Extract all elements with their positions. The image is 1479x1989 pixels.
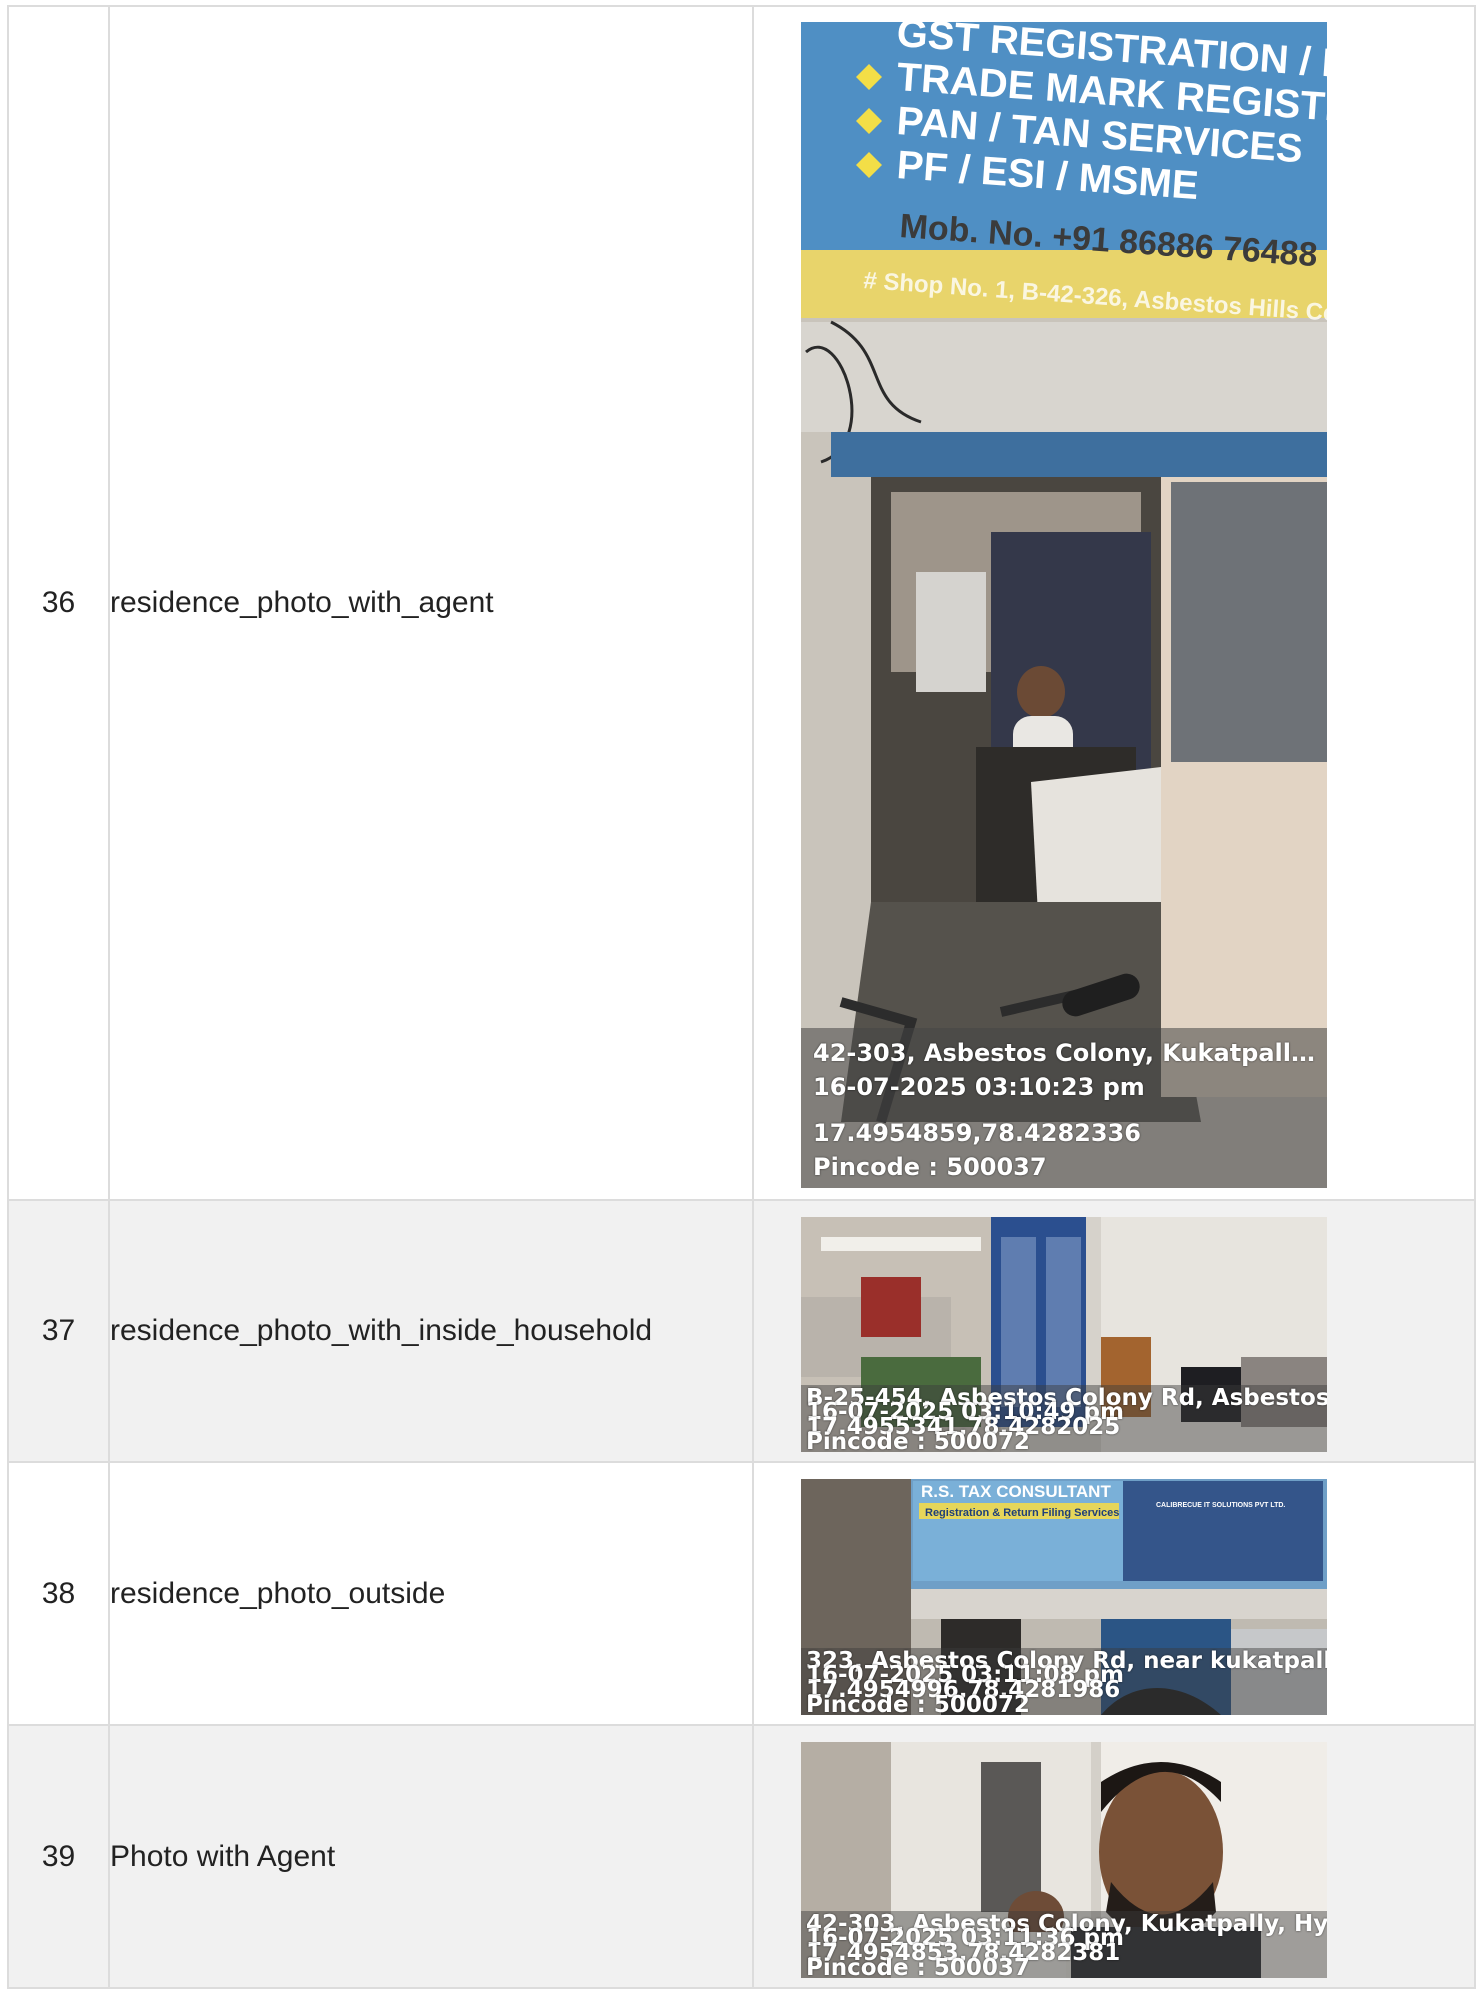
table-row: 37 residence_photo_with_inside_household <box>7 1199 1476 1463</box>
row-label: residence_photo_with_agent <box>108 5 754 1201</box>
sign-title: R.S. TAX CONSULTANT <box>921 1482 1111 1501</box>
geo-stamp: 42-303, Asbestos Colony, Kukatpally, Hyd… <box>801 1028 1327 1188</box>
stamp-datetime: 16-07-2025 03:10:23 pm <box>813 1073 1145 1101</box>
row-label: residence_photo_with_inside_household <box>108 1199 754 1463</box>
row-label: residence_photo_outside <box>108 1461 754 1726</box>
row-label: Photo with Agent <box>108 1724 754 1989</box>
residence-photo-inside-household[interactable]: B-25-454, Asbestos Colony Rd, Asbestos H… <box>801 1217 1327 1452</box>
row-number: 39 <box>7 1724 110 1989</box>
geo-stamp: B-25-454, Asbestos Colony Rd, Asbestos H… <box>801 1385 1327 1452</box>
sign-right-title: CALIBRECUE IT SOLUTIONS PVT LTD. <box>1156 1502 1285 1509</box>
table-row: 38 residence_photo_outside R.S. TAX CONS… <box>7 1461 1476 1726</box>
geo-stamp: 42-303, Asbestos Colony, Kukatpally, Hyd… <box>801 1911 1327 1978</box>
table-row: 39 Photo with Agent 42-303, Asbestos Col… <box>7 1724 1476 1989</box>
stamp-address: 42-303, Asbestos Colony, Kukatpally, Hyd… <box>813 1039 1327 1067</box>
row-number: 36 <box>7 5 110 1201</box>
table-row: 36 residence_photo_with_agent GST REGIST… <box>7 5 1476 1201</box>
row-number: 37 <box>7 1199 110 1463</box>
residence-photo-outside[interactable]: R.S. TAX CONSULTANT Registration & Retur… <box>801 1479 1327 1715</box>
photo-image: GST REGISTRATION / RETU TRADE MARK REGIS… <box>801 22 1327 1188</box>
residence-photo-with-agent[interactable]: GST REGISTRATION / RETU TRADE MARK REGIS… <box>801 22 1327 1188</box>
photo-table: 36 residence_photo_with_agent GST REGIST… <box>7 5 1476 1989</box>
sign-subtitle: Registration & Return Filing Services <box>925 1507 1119 1519</box>
stamp-pincode: Pincode : 500037 <box>813 1153 1047 1181</box>
geo-stamp: 323, Asbestos Colony Rd, near kukatpally… <box>801 1648 1327 1715</box>
photo-with-agent[interactable]: 42-303, Asbestos Colony, Kukatpally, Hyd… <box>801 1742 1327 1978</box>
row-number: 38 <box>7 1461 110 1726</box>
stamp-coordinates: 17.4954859,78.4282336 <box>813 1119 1141 1147</box>
